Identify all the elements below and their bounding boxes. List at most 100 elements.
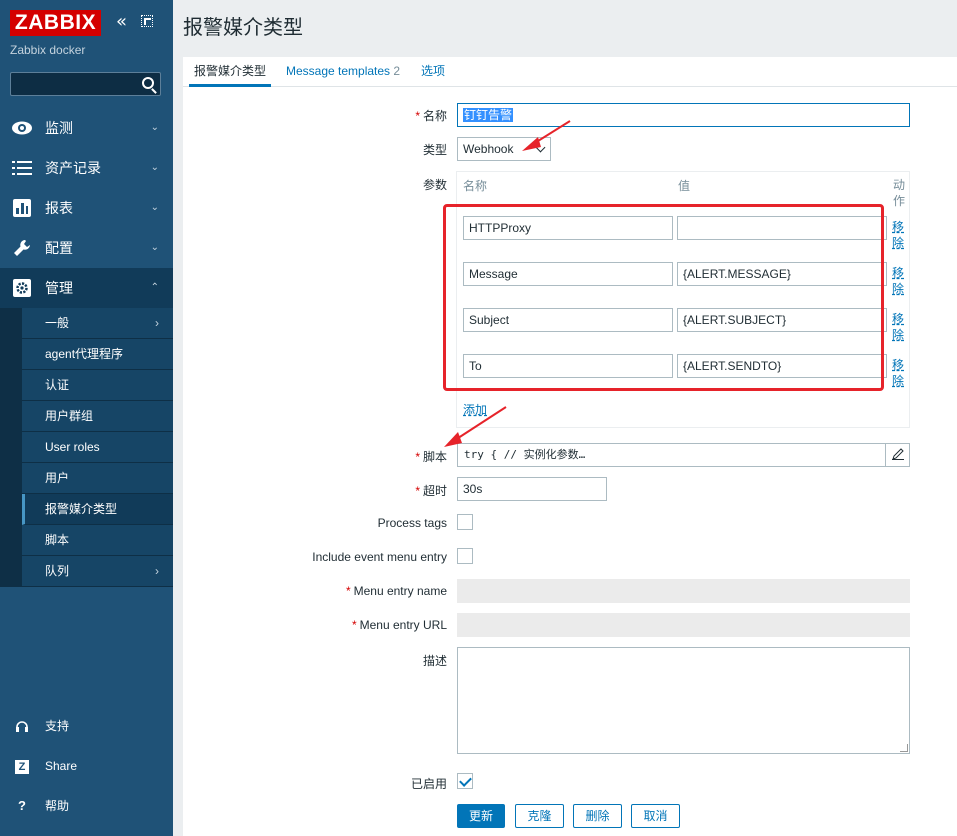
include-event-menu-checkbox[interactable]: [457, 548, 473, 564]
tab-label: 选项: [421, 64, 446, 78]
description-textarea[interactable]: [457, 647, 910, 754]
param-name-input[interactable]: Subject: [463, 308, 673, 332]
label-text: Menu entry URL: [359, 618, 447, 632]
param-name-input[interactable]: Message: [463, 262, 673, 286]
chart-icon: [11, 198, 33, 218]
description-label: 描述: [422, 654, 447, 668]
wrench-icon: [11, 238, 33, 258]
submenu-label: 队列: [45, 564, 70, 578]
media-type-form: * 名称 钉钉告警 类型 Webhook 参数 名称 值 动作 HTTPProxy…: [183, 87, 957, 836]
submenu-label: 认证: [45, 378, 70, 392]
enabled-label: 已启用: [410, 777, 447, 791]
name-input[interactable]: 钉钉告警: [457, 103, 910, 127]
label-text: 名称: [422, 109, 447, 123]
kiosk-mode-icon[interactable]: [141, 15, 153, 27]
list-icon: [11, 158, 33, 178]
search-icon[interactable]: [142, 77, 154, 89]
chevron-right-icon: ›: [155, 564, 159, 578]
menu-item-label: 监测: [45, 120, 73, 136]
edit-script-button[interactable]: [885, 444, 909, 466]
submenu-item-user-roles[interactable]: User roles: [22, 432, 173, 463]
resize-handle[interactable]: [900, 744, 908, 752]
type-select[interactable]: Webhook: [457, 137, 551, 161]
z-share-icon: Z: [14, 746, 30, 786]
eye-icon: [11, 118, 33, 138]
menu-item-share[interactable]: Z Share: [0, 746, 173, 786]
submenu-item-queue[interactable]: 队列 ›: [22, 556, 173, 587]
delete-button[interactable]: 删除: [573, 804, 622, 828]
tab-media-type[interactable]: 报警媒介类型: [189, 57, 272, 87]
script-value: try { // 实例化参数…: [464, 448, 586, 461]
chevron-up-icon: ⌃: [150, 282, 159, 293]
name-label: * 名称: [415, 107, 447, 124]
menu-item-label: 资产记录: [45, 160, 101, 176]
submenu-label: 用户群组: [45, 409, 94, 423]
menu-entry-url-input[interactable]: [457, 613, 910, 637]
script-label: * 脚本: [415, 448, 447, 465]
submenu-label: agent代理程序: [45, 347, 124, 361]
script-input[interactable]: try { // 实例化参数…: [457, 443, 910, 467]
tab-message-templates[interactable]: Message templates 2: [286, 57, 400, 87]
param-remove-link[interactable]: 移除: [892, 357, 906, 389]
menu-item-administration[interactable]: 管理 ⌃: [0, 268, 173, 308]
menu-item-inventory[interactable]: 资产记录 ⌄: [0, 148, 173, 188]
submenu-item-users[interactable]: 用户: [22, 463, 173, 494]
param-remove-link[interactable]: 移除: [892, 311, 906, 343]
zabbix-logo[interactable]: ZABBIX: [10, 10, 101, 36]
submenu-item-media-types[interactable]: 报警媒介类型: [22, 494, 173, 525]
menu-item-label: 报表: [45, 200, 73, 216]
params-label: 参数: [422, 178, 447, 192]
param-value-input[interactable]: {ALERT.SENDTO}: [677, 354, 887, 378]
update-button[interactable]: 更新: [457, 804, 505, 828]
enabled-checkbox[interactable]: [457, 773, 473, 789]
menu-item-monitoring[interactable]: 监测 ⌄: [0, 108, 173, 148]
timeout-input[interactable]: 30s: [457, 477, 607, 501]
required-marker: *: [351, 618, 357, 632]
add-param-link[interactable]: 添加: [463, 401, 487, 418]
search-input[interactable]: [10, 72, 161, 96]
chevron-down-icon: ⌄: [150, 122, 159, 133]
menu-entry-url-label: * Menu entry URL: [352, 618, 447, 632]
param-value-input[interactable]: {ALERT.SUBJECT}: [677, 308, 887, 332]
menu-item-help[interactable]: ? 帮助: [0, 786, 173, 826]
menu-entry-name-label: * Menu entry name: [346, 584, 447, 598]
page-title: 报警媒介类型: [183, 15, 303, 39]
menu-entry-name-input[interactable]: [457, 579, 910, 603]
param-remove-link[interactable]: 移除: [892, 265, 906, 297]
param-value-input[interactable]: [677, 216, 887, 240]
param-name-input[interactable]: HTTPProxy: [463, 216, 673, 240]
params-table: 名称 值 动作 HTTPProxy 移除 Message {ALERT.MESS…: [456, 171, 910, 428]
sidebar: ZABBIX « Zabbix docker 监测 ⌄ 资产记录 ⌄ 报表 ⌄: [0, 0, 173, 836]
submenu-item-proxies[interactable]: agent代理程序: [22, 339, 173, 370]
submenu-item-general[interactable]: 一般 ›: [22, 308, 173, 339]
headset-icon: [14, 706, 30, 746]
label-text: Menu entry name: [353, 584, 447, 598]
tab-options[interactable]: 选项: [421, 57, 445, 87]
param-value-input[interactable]: {ALERT.MESSAGE}: [677, 262, 887, 286]
process-tags-label: Process tags: [377, 516, 447, 530]
process-tags-checkbox[interactable]: [457, 514, 473, 530]
cancel-button[interactable]: 取消: [631, 804, 680, 828]
tab-count-badge: 2: [393, 64, 401, 78]
menu-item-reports[interactable]: 报表 ⌄: [0, 188, 173, 228]
pencil-icon: [892, 448, 904, 460]
chevron-down-icon: ⌄: [150, 162, 159, 173]
tabs-bar: 报警媒介类型 Message templates 2 选项: [183, 57, 957, 87]
submenu-item-authentication[interactable]: 认证: [22, 370, 173, 401]
submenu-item-user-groups[interactable]: 用户群组: [22, 401, 173, 432]
submenu-label: 用户: [45, 471, 70, 485]
param-remove-link[interactable]: 移除: [892, 219, 906, 251]
collapse-sidebar-icon[interactable]: «: [116, 12, 127, 32]
required-marker: *: [415, 484, 420, 498]
submenu-item-scripts[interactable]: 脚本: [22, 525, 173, 556]
type-selected-value: Webhook: [463, 142, 514, 156]
chevron-right-icon: ›: [155, 316, 159, 330]
clone-button[interactable]: 克隆: [515, 804, 564, 828]
menu-item-configuration[interactable]: 配置 ⌄: [0, 228, 173, 268]
gear-icon: [11, 278, 33, 298]
param-name-input[interactable]: To: [463, 354, 673, 378]
params-header-name: 名称: [463, 179, 488, 193]
bottom-item-label: 帮助: [45, 799, 70, 813]
required-marker: *: [415, 109, 420, 123]
menu-item-support[interactable]: 支持: [0, 706, 173, 746]
